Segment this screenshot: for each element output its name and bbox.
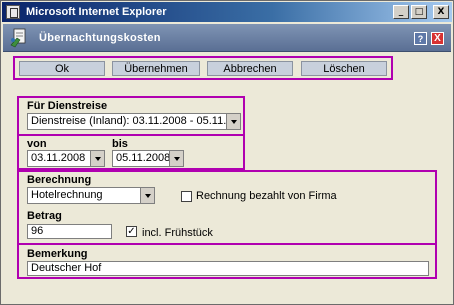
dialog-title: Übernachtungskosten bbox=[39, 32, 161, 44]
calculation-section: Berechnung Hotelrechnung Rechnung bezahl… bbox=[17, 170, 437, 245]
cancel-button[interactable]: Abbrechen bbox=[207, 61, 293, 76]
from-date-value: 03.11.2008 bbox=[31, 152, 86, 164]
remark-label: Bemerkung bbox=[27, 248, 88, 260]
ok-button[interactable]: Ok bbox=[19, 61, 105, 76]
to-label: bis bbox=[112, 138, 128, 150]
action-button-bar: Ok Übernehmen Abbrechen Löschen bbox=[13, 56, 393, 80]
business-trip-select[interactable]: Dienstreise (Inland): 03.11.2008 - 05.11… bbox=[27, 113, 241, 130]
window-controls: _ □ X bbox=[393, 5, 449, 19]
chevron-down-icon[interactable] bbox=[140, 188, 154, 203]
remark-input[interactable]: Deutscher Hof bbox=[27, 261, 429, 276]
chevron-down-icon[interactable] bbox=[226, 114, 240, 129]
company-paid-label: Rechnung bezahlt von Firma bbox=[196, 190, 337, 202]
to-date-value: 05.11.2008 bbox=[116, 152, 171, 164]
remark-section: Bemerkung Deutscher Hof bbox=[17, 243, 437, 279]
business-trip-value: Dienstreise (Inland): 03.11.2008 - 05.11… bbox=[31, 115, 241, 127]
check-mark-icon: ✓ bbox=[127, 225, 136, 237]
internet-explorer-icon bbox=[6, 5, 20, 19]
company-paid-checkbox[interactable] bbox=[181, 191, 192, 202]
business-trip-section: Für Dienstreise Dienstreise (Inland): 03… bbox=[17, 96, 245, 136]
dialog-header: Übernachtungskosten ? X bbox=[3, 24, 451, 52]
breakfast-label: incl. Frühstück bbox=[142, 227, 213, 239]
window-close-button[interactable]: X bbox=[433, 5, 449, 19]
calculation-select[interactable]: Hotelrechnung bbox=[27, 187, 155, 204]
period-section: von 03.11.2008 bis 05.11.2008 bbox=[17, 134, 245, 170]
maximize-button[interactable]: □ bbox=[411, 5, 427, 19]
business-trip-label: Für Dienstreise bbox=[27, 100, 108, 112]
calculation-label: Berechnung bbox=[27, 174, 92, 186]
browser-window: Microsoft Internet Explorer _ □ X Überna… bbox=[0, 0, 454, 305]
dialog-close-button[interactable]: X bbox=[431, 32, 444, 45]
amount-input[interactable]: 96 bbox=[27, 224, 112, 239]
help-button[interactable]: ? bbox=[414, 32, 427, 45]
calculation-value: Hotelrechnung bbox=[31, 189, 103, 201]
delete-button[interactable]: Löschen bbox=[301, 61, 387, 76]
from-label: von bbox=[27, 138, 47, 150]
bed-document-icon bbox=[10, 28, 26, 48]
minimize-button[interactable]: _ bbox=[393, 5, 409, 19]
window-title: Microsoft Internet Explorer bbox=[26, 6, 167, 18]
chevron-down-icon[interactable] bbox=[169, 151, 183, 166]
breakfast-checkbox[interactable]: ✓ bbox=[126, 226, 137, 237]
apply-button[interactable]: Übernehmen bbox=[112, 61, 200, 76]
amount-label: Betrag bbox=[27, 210, 62, 222]
title-bar: Microsoft Internet Explorer _ □ X bbox=[2, 2, 452, 22]
from-date-select[interactable]: 03.11.2008 bbox=[27, 150, 105, 167]
to-date-select[interactable]: 05.11.2008 bbox=[112, 150, 184, 167]
chevron-down-icon[interactable] bbox=[90, 151, 104, 166]
